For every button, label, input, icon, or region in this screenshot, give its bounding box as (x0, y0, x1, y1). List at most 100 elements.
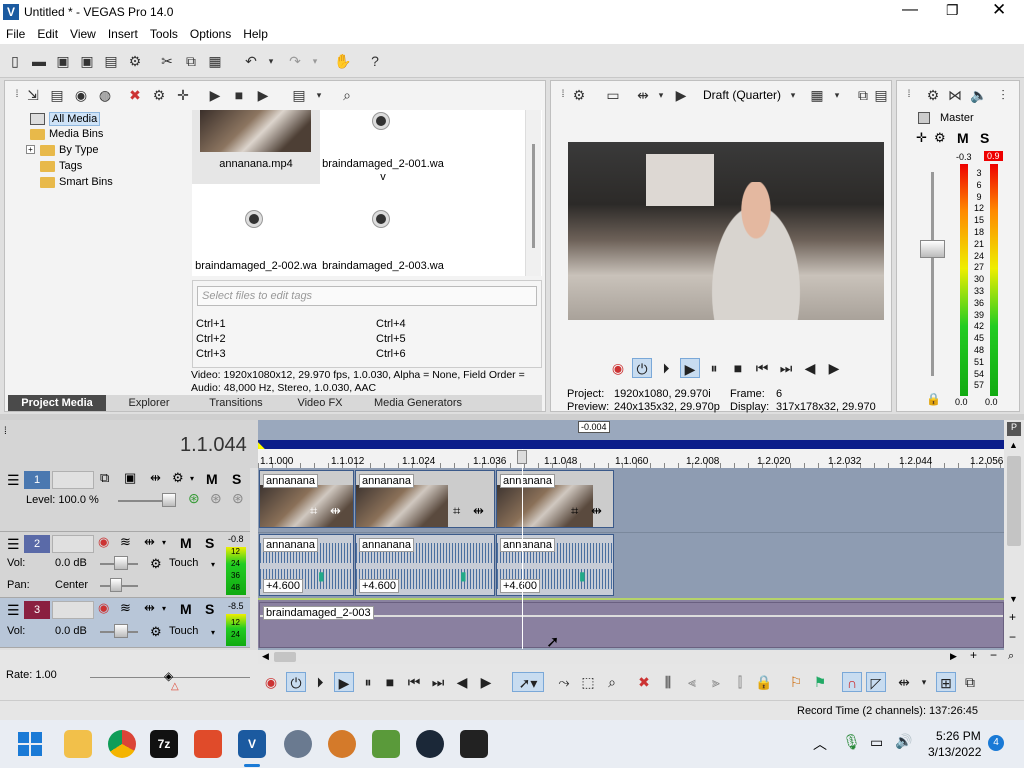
media-file-annanana[interactable]: annanana.mp4 (192, 110, 320, 184)
go-to-start-icon[interactable]: ⏮ (752, 358, 772, 378)
vol-slider-handle[interactable] (114, 556, 128, 570)
child-composite-icon[interactable]: ⊛ (210, 490, 222, 507)
audio-clip[interactable]: annanana +4.600 ▮ (496, 534, 614, 596)
copy-icon[interactable]: ⧉ (182, 52, 200, 70)
track-settings-icon[interactable]: ⚙ (172, 470, 184, 486)
envelope-tool-icon[interactable]: ⤳ (554, 672, 574, 692)
event-fx-icon[interactable]: ▮ (579, 569, 586, 583)
media-fx-icon[interactable]: ⚙ (150, 86, 168, 104)
clock-time[interactable]: 5:26 PM (936, 729, 981, 743)
go-to-end-icon[interactable]: ⏭ (776, 358, 796, 378)
automation-icon[interactable]: ⚙ (150, 624, 162, 640)
settings-icon[interactable] (284, 730, 312, 758)
video-clip[interactable]: annanana ⌗ ⇹ (259, 470, 354, 528)
track-name-field[interactable] (52, 535, 94, 553)
make-compositing-child-icon[interactable]: ⊛ (232, 490, 244, 507)
go-to-end-icon[interactable]: ⏭ (428, 672, 448, 692)
mute-button[interactable]: M (180, 601, 192, 617)
track-collapse-icon[interactable]: ☰ (7, 602, 20, 619)
track-motion-icon[interactable]: ⧉ (100, 470, 109, 486)
play-preview-icon[interactable]: ▶ (206, 86, 224, 104)
video-clip[interactable]: annanana ⌗ ⇹ (355, 470, 495, 528)
track-name-field[interactable] (52, 471, 94, 489)
timeline-right-scroll[interactable]: P ▲ ▼ + − (1004, 420, 1024, 650)
minimize-icon[interactable]: — (902, 1, 918, 19)
tree-item-smart-bins[interactable]: Smart Bins (30, 176, 113, 188)
master-fx-chain-icon[interactable]: ✛ (916, 130, 927, 146)
auto-ripple-icon[interactable]: ⇹ (894, 672, 914, 692)
delete-icon[interactable]: ✖ (634, 672, 654, 692)
external-monitor-icon[interactable]: ▭ (604, 86, 622, 104)
insert-marker-icon[interactable]: ⚐ (786, 672, 806, 692)
audio-clip[interactable]: annanana +4.600 ▮ (259, 534, 354, 596)
event-pan-crop-icon[interactable]: ⌗ (453, 503, 460, 519)
event-pan-crop-icon[interactable]: ⌗ (310, 503, 317, 519)
solo-button[interactable]: S (205, 601, 214, 617)
play-icon[interactable]: ▶ (680, 358, 700, 378)
tab-explorer[interactable]: Explorer (106, 395, 192, 411)
menu-edit[interactable]: Edit (31, 27, 64, 41)
media-file-braindamaged-002[interactable]: braindamaged_2-002.wa (192, 206, 320, 276)
arm-record-icon[interactable]: ◉ (98, 534, 109, 550)
adobe-reader-icon[interactable] (194, 730, 222, 758)
stop-icon[interactable]: ■ (380, 672, 400, 692)
zoom-tool-icon[interactable]: ⌕ (1008, 650, 1014, 663)
master-meter-reset-left[interactable]: 0.0 (955, 397, 968, 407)
track-collapse-icon[interactable]: ☰ (7, 536, 20, 553)
compositing-mode-icon[interactable]: ⇹ (150, 470, 161, 486)
track-settings-dropdown-icon[interactable]: ▾ (190, 474, 194, 483)
track-fx-dropdown-icon[interactable]: ▾ (162, 604, 166, 613)
tree-item-tags[interactable]: Tags (30, 160, 82, 172)
stop-preview-icon[interactable]: ■ (230, 86, 248, 104)
event-pan-crop-icon[interactable]: ⌗ (571, 503, 578, 519)
save-icon[interactable]: ▣ (54, 52, 72, 70)
event-fx-icon[interactable]: ▮ (460, 569, 467, 583)
dim-output-icon[interactable]: 🔈 (970, 86, 988, 104)
split-icon[interactable]: ⫿ (730, 672, 750, 692)
redo-dropdown-icon[interactable]: ▾ (306, 52, 324, 70)
menu-options[interactable]: Options (184, 27, 237, 41)
arm-record-icon[interactable]: ◉ (98, 600, 109, 616)
tree-item-media-bins[interactable]: Media Bins (30, 128, 103, 140)
views-icon[interactable]: ▤ (290, 86, 308, 104)
media-grid-scrollbar[interactable] (525, 110, 541, 276)
menu-insert[interactable]: Insert (102, 27, 144, 41)
file-explorer-icon[interactable] (64, 730, 92, 758)
trim-end-icon[interactable]: ⫸ (706, 672, 726, 692)
event-fx-icon[interactable]: ⇹ (473, 503, 484, 519)
timecode-display[interactable]: 1.1.044 (180, 434, 247, 457)
redo-icon[interactable]: ↷ (286, 52, 304, 70)
scrollbar-thumb[interactable] (532, 144, 535, 248)
track-fx-icon[interactable]: ▣ (124, 470, 136, 486)
microphone-icon[interactable]: 🎙 (842, 733, 861, 751)
previous-frame-icon[interactable]: ◀ (800, 358, 820, 378)
track-collapse-icon[interactable]: ☰ (7, 472, 20, 489)
master-settings-icon[interactable]: ⚙ (934, 130, 946, 146)
maximize-icon[interactable]: ❐ (946, 2, 959, 19)
search-icon[interactable]: ⌕ (338, 86, 356, 104)
edit-tool-icon[interactable]: ✋ (334, 52, 352, 70)
menu-file[interactable]: File (0, 27, 31, 41)
go-to-start-icon[interactable]: ⏮ (404, 672, 424, 692)
tab-media-generators[interactable]: Media Generators (360, 395, 476, 411)
video-clip[interactable]: annanana ⌗ ⇹ (496, 470, 614, 528)
event-fx-icon[interactable]: ⇹ (330, 503, 341, 519)
pause-icon[interactable]: ⏸ (358, 672, 378, 692)
minecraft-icon[interactable] (372, 730, 400, 758)
ignore-grouping-icon[interactable]: ⧉ (960, 672, 980, 692)
automation-mode[interactable]: Touch (169, 557, 198, 569)
stop-icon[interactable]: ■ (728, 358, 748, 378)
vertical-scrollbar-thumb[interactable] (1007, 456, 1021, 546)
properties-icon[interactable]: ⚙ (126, 52, 144, 70)
vegas-pro-taskbar-icon[interactable]: V (238, 730, 266, 758)
track-fx-icon[interactable]: ⇹ (144, 600, 155, 616)
preview-quality-icon[interactable]: ▶ (672, 86, 690, 104)
zoom-out-horizontal-icon[interactable]: − (990, 648, 997, 662)
tab-transitions[interactable]: Transitions (192, 395, 280, 411)
markers-toggle-icon[interactable]: P (1007, 422, 1021, 436)
overlays-dropdown-icon[interactable]: ▾ (828, 86, 846, 104)
capture-video-icon[interactable]: ▤ (48, 86, 66, 104)
open-folder-icon[interactable]: ▬ (30, 52, 48, 70)
play-from-start-icon[interactable]: ⏵ (656, 358, 676, 378)
track-header-3[interactable]: ☰ 3 ◉ ≋ ⇹ ▾ M S Vol: 0.0 dB ⚙ Touch ▾ -8… (0, 598, 250, 648)
